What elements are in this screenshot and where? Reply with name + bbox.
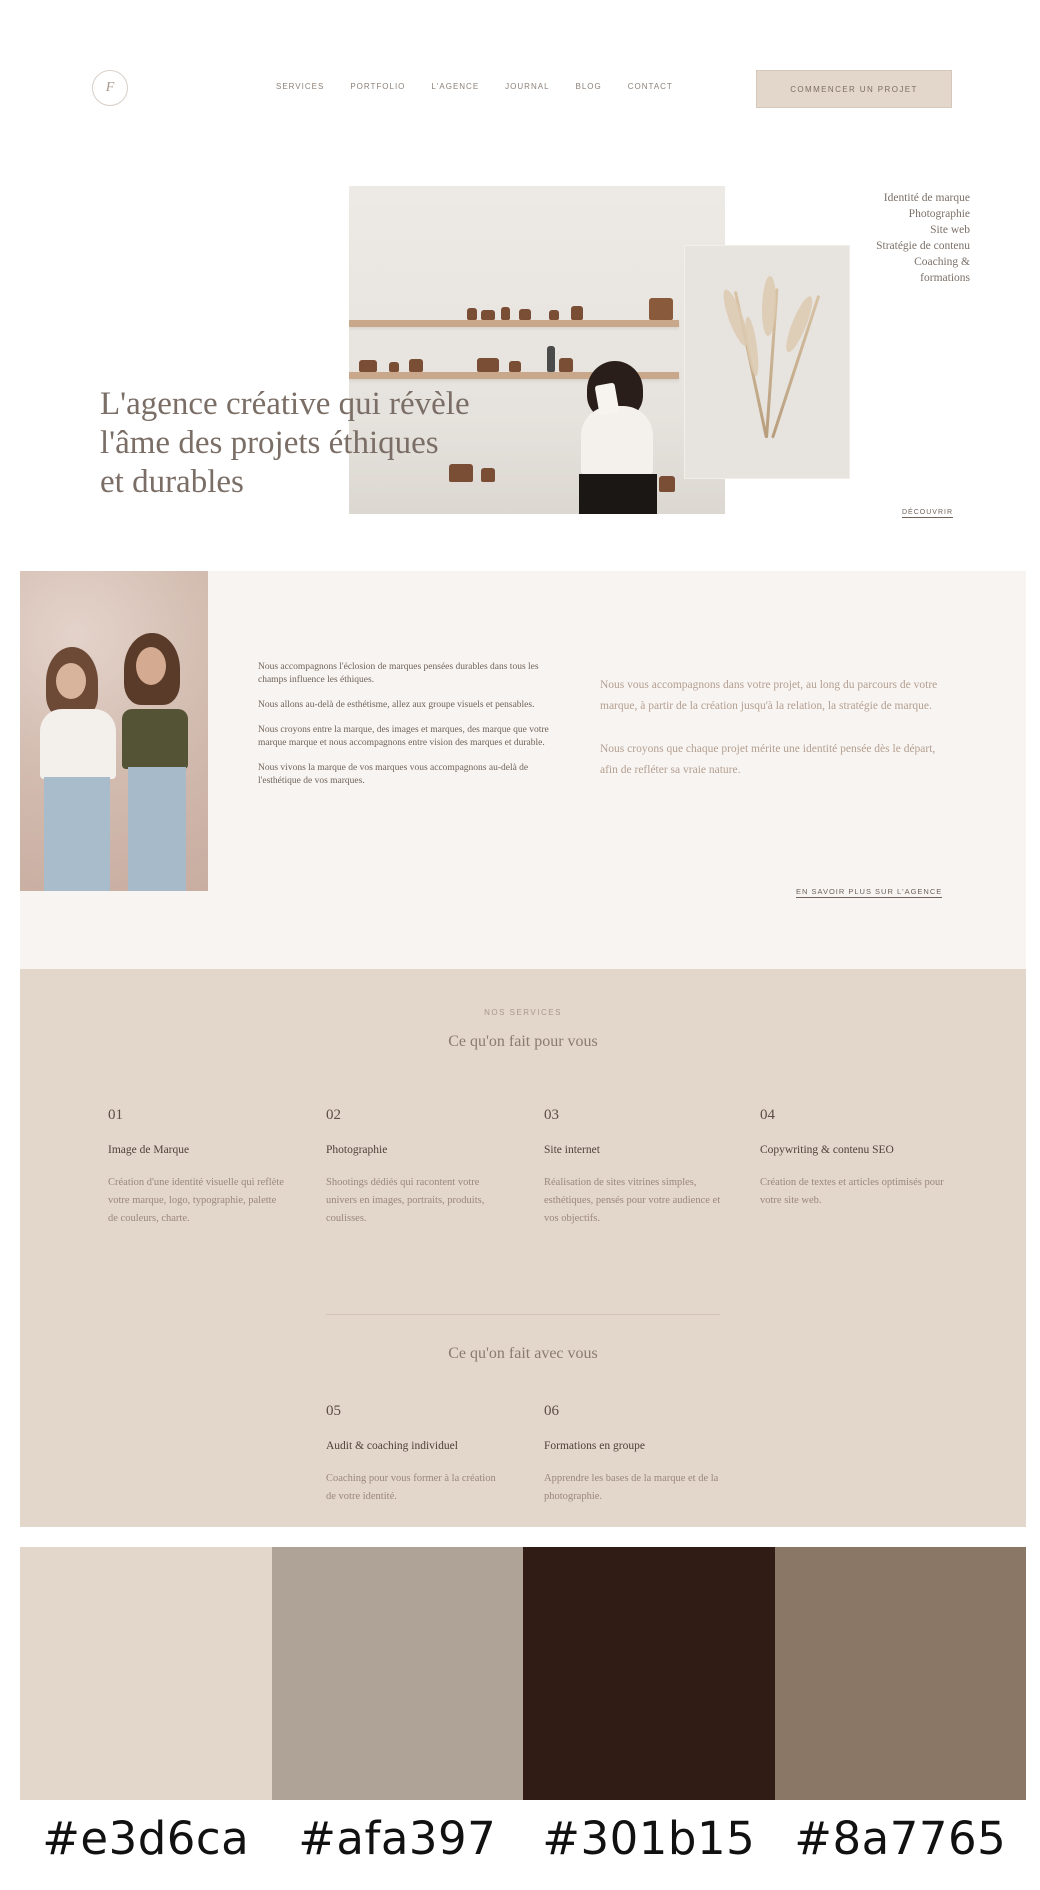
about-mission-paragraph: Nous vous accompagnons dans votre projet… xyxy=(600,679,938,712)
about-paragraph: Nous accompagnons l'éclosion de marques … xyxy=(258,662,539,685)
nav-item-journal[interactable]: JOURNAL xyxy=(505,82,549,91)
service-number: 02 xyxy=(326,1107,341,1123)
service-card[interactable]: 06 Formations en groupe Apprendre les ba… xyxy=(544,1403,724,1506)
service-card[interactable]: 03 Site internet Réalisation de sites vi… xyxy=(544,1107,724,1228)
hero-link-identite[interactable]: Identité de marque xyxy=(876,190,970,206)
hero-link-photographie[interactable]: Photographie xyxy=(876,206,970,222)
about-mission-paragraph: Nous croyons que chaque projet mérite un… xyxy=(600,743,936,776)
service-title: Formations en groupe xyxy=(544,1440,645,1452)
hero-title: L'agence créative qui révèle l'âme des p… xyxy=(100,385,540,502)
hex-label: #301b15 xyxy=(542,1812,756,1865)
color-swatch xyxy=(523,1547,775,1800)
hero-link-site-web[interactable]: Site web xyxy=(876,222,970,238)
founders-photo xyxy=(20,571,208,891)
services-heading-for-you: Ce qu'on fait pour vous xyxy=(448,1033,598,1050)
nav-item-blog[interactable]: BLOG xyxy=(576,82,602,91)
about-section: Nous accompagnons l'éclosion de marques … xyxy=(20,571,1026,969)
hex-label: #e3d6ca xyxy=(42,1812,250,1865)
nav-item-agence[interactable]: L'AGENCE xyxy=(431,82,479,91)
service-description: Apprendre les bases de la marque et de l… xyxy=(544,1473,719,1502)
about-intro-column: Nous accompagnons l'éclosion de marques … xyxy=(258,661,568,800)
nav-item-contact[interactable]: CONTACT xyxy=(628,82,673,91)
service-title: Photographie xyxy=(326,1144,388,1156)
service-number: 04 xyxy=(760,1107,775,1123)
service-card[interactable]: 01 Image de Marque Création d'une identi… xyxy=(108,1107,288,1228)
palette-hex-labels: #e3d6ca #afa397 #301b15 #8a7765 xyxy=(20,1812,1026,1865)
service-title: Site internet xyxy=(544,1144,600,1156)
service-number: 01 xyxy=(108,1107,123,1123)
service-description: Création d'une identité visuelle qui ref… xyxy=(108,1177,284,1224)
about-paragraph: Nous allons au-delà de esthétisme, allez… xyxy=(258,700,535,710)
hero-title-line1: L'agence créative qui révèle xyxy=(100,386,470,422)
color-swatch xyxy=(774,1547,1026,1800)
service-number: 06 xyxy=(544,1403,559,1419)
hero-link-strategie[interactable]: Stratégie de contenu xyxy=(876,238,970,254)
service-description: Shootings dédiés qui racontent votre uni… xyxy=(326,1177,485,1224)
service-card[interactable]: 05 Audit & coaching individuel Coaching … xyxy=(326,1403,506,1506)
service-number: 03 xyxy=(544,1107,559,1123)
brand-logo[interactable]: F xyxy=(92,70,128,106)
color-swatch xyxy=(271,1547,523,1800)
hero-link-formations[interactable]: formations xyxy=(876,270,970,286)
service-title: Audit & coaching individuel xyxy=(326,1440,458,1452)
services-eyebrow: NOS SERVICES xyxy=(484,1008,562,1017)
services-divider xyxy=(326,1314,720,1315)
hex-label: #8a7765 xyxy=(794,1812,1007,1865)
hero-pampas-photo xyxy=(685,246,849,478)
services-heading-with-you: Ce qu'on fait avec vous xyxy=(448,1345,598,1362)
about-agency-link[interactable]: EN SAVOIR PLUS SUR L'AGENCE xyxy=(796,887,943,898)
color-swatch xyxy=(20,1547,272,1800)
services-section: NOS SERVICES Ce qu'on fait pour vous 01 … xyxy=(20,969,1026,1527)
nav-item-services[interactable]: SERVICES xyxy=(276,82,324,91)
main-nav: SERVICES PORTFOLIO L'AGENCE JOURNAL BLOG… xyxy=(276,82,673,91)
logo-mark: F xyxy=(105,80,115,95)
service-number: 05 xyxy=(326,1403,341,1419)
hero-discover-link[interactable]: DÉCOUVRIR xyxy=(902,509,954,518)
hex-label: #afa397 xyxy=(298,1812,497,1865)
hero-service-links: Identité de marque Photographie Site web… xyxy=(876,190,970,286)
service-description: Création de textes et articles optimisés… xyxy=(760,1177,944,1206)
service-card[interactable]: 02 Photographie Shootings dédiés qui rac… xyxy=(326,1107,506,1228)
start-project-button[interactable]: COMMENCER UN PROJET xyxy=(756,70,952,108)
about-mission-column: Nous vous accompagnons dans votre projet… xyxy=(600,675,950,803)
about-paragraph: Nous vivons la marque de vos marques vou… xyxy=(258,763,529,786)
hero-link-coaching[interactable]: Coaching & xyxy=(876,254,970,270)
color-palette xyxy=(20,1547,1026,1800)
service-title: Copywriting & contenu SEO xyxy=(760,1144,894,1156)
service-title: Image de Marque xyxy=(108,1144,190,1156)
nav-item-portfolio[interactable]: PORTFOLIO xyxy=(350,82,405,91)
about-paragraph: Nous croyons entre la marque, des images… xyxy=(258,725,549,748)
site-header: F SERVICES PORTFOLIO L'AGENCE JOURNAL BL… xyxy=(0,0,1040,180)
service-card[interactable]: 04 Copywriting & contenu SEO Création de… xyxy=(760,1107,950,1210)
hero-title-line3: et durables xyxy=(100,464,244,500)
hero-title-line2: l'âme des projets éthiques xyxy=(100,425,439,461)
service-description: Réalisation de sites vitrines simples, e… xyxy=(544,1177,721,1224)
service-description: Coaching pour vous former à la création … xyxy=(326,1473,496,1502)
